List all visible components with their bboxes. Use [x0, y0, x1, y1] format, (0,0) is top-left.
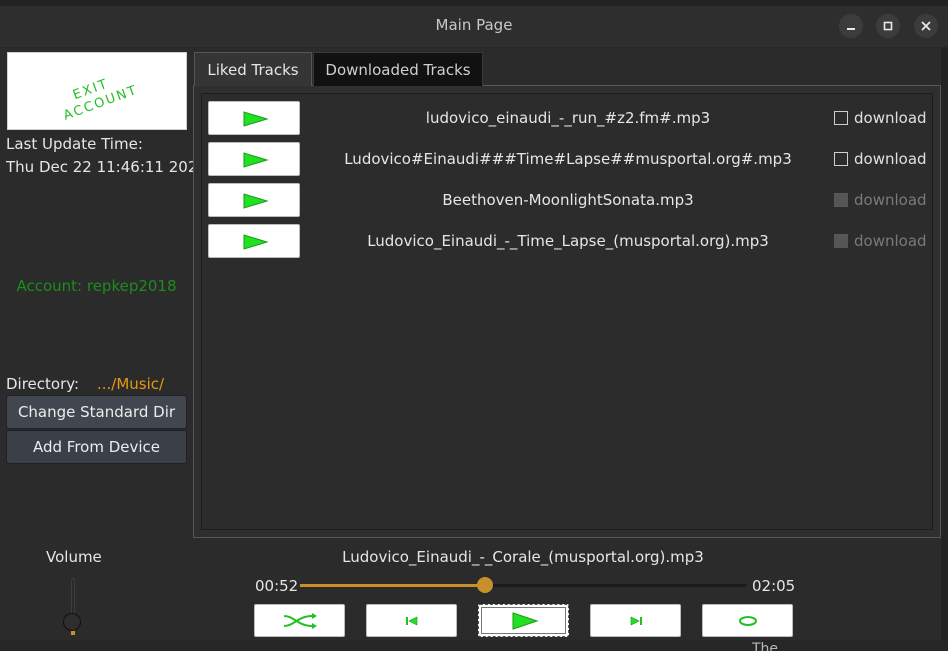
current-time: 00:52	[255, 577, 299, 595]
now-playing-title: Ludovico_Einaudi_-_Corale_(musportal.org…	[342, 548, 704, 566]
checkbox-box[interactable]	[834, 111, 848, 125]
shuffle-button[interactable]	[254, 604, 345, 637]
directory-label: Directory:	[6, 375, 80, 393]
previous-button[interactable]	[366, 604, 457, 637]
background-window-text: The ...	[752, 641, 796, 651]
play-icon	[243, 152, 269, 168]
track-row: ludovico_einaudi_-_run_#z2.fm#.mp3 downl…	[208, 101, 932, 135]
volume-handle[interactable]	[63, 613, 81, 631]
play-icon	[243, 111, 269, 127]
minimize-button[interactable]	[839, 14, 863, 38]
play-icon	[243, 234, 269, 250]
checkbox-box	[834, 234, 848, 248]
track-name: Beethoven-MoonlightSonata.mp3	[442, 191, 694, 209]
change-standard-dir-button[interactable]: Change Standard Dir	[6, 395, 187, 429]
download-label: download	[854, 150, 927, 168]
seek-handle[interactable]	[477, 577, 494, 593]
play-button[interactable]	[478, 604, 569, 637]
close-button[interactable]	[914, 14, 938, 38]
track-play-button[interactable]	[208, 224, 300, 258]
previous-icon	[405, 616, 417, 625]
title-bar: Main Page	[0, 0, 948, 48]
seek-slider[interactable]	[300, 584, 746, 587]
add-from-device-button[interactable]: Add From Device	[6, 430, 187, 464]
download-checkbox[interactable]: download	[834, 109, 927, 127]
track-play-button[interactable]	[208, 142, 300, 176]
track-name: Ludovico_Einaudi_-_Time_Lapse_(musportal…	[367, 232, 769, 250]
total-time: 02:05	[752, 577, 796, 595]
play-icon	[243, 193, 269, 209]
play-icon	[512, 611, 539, 630]
maximize-icon	[883, 21, 893, 31]
download-checkbox: download	[834, 191, 927, 209]
track-play-button[interactable]	[208, 101, 300, 135]
close-icon	[921, 21, 931, 31]
last-update-label: Last Update Time:	[6, 135, 143, 153]
last-update-value: Thu Dec 22 11:46:11 2022	[6, 158, 207, 176]
repeat-button[interactable]	[702, 604, 793, 637]
shuffle-icon	[283, 612, 317, 629]
download-label: download	[854, 191, 927, 209]
next-icon	[630, 616, 642, 625]
download-checkbox[interactable]: download	[834, 150, 927, 168]
title-bar-edge	[0, 0, 948, 6]
volume-label: Volume	[46, 548, 102, 566]
background-window-edge	[941, 48, 948, 651]
background-window-edge	[0, 640, 948, 651]
account-label: Account: repkep2018	[16, 277, 177, 295]
track-play-button[interactable]	[208, 183, 300, 217]
directory-value: .../Music/	[97, 375, 165, 393]
download-label: download	[854, 109, 927, 127]
track-row: Ludovico#Einaudi###Time#Lapse##musportal…	[208, 142, 932, 176]
tab-liked-tracks[interactable]: Liked Tracks	[194, 52, 312, 86]
minimize-icon	[847, 28, 855, 30]
exit-account-image: EXIT ACCOUNT	[61, 76, 140, 123]
maximize-button[interactable]	[876, 14, 900, 38]
seek-progress-fill	[300, 584, 486, 587]
download-label: download	[854, 232, 927, 250]
track-name: Ludovico#Einaudi###Time#Lapse##musportal…	[344, 150, 792, 168]
next-button[interactable]	[590, 604, 681, 637]
tab-downloaded-tracks[interactable]: Downloaded Tracks	[313, 52, 483, 86]
download-checkbox: download	[834, 232, 927, 250]
window-title: Main Page	[435, 16, 513, 34]
track-row: Ludovico_Einaudi_-_Time_Lapse_(musportal…	[208, 224, 932, 258]
checkbox-box[interactable]	[834, 152, 848, 166]
track-name: ludovico_einaudi_-_run_#z2.fm#.mp3	[425, 109, 711, 127]
repeat-icon	[738, 615, 757, 626]
track-row: Beethoven-MoonlightSonata.mp3 download	[208, 183, 932, 217]
exit-account-button[interactable]: EXIT ACCOUNT	[7, 52, 187, 130]
checkbox-box	[834, 193, 848, 207]
